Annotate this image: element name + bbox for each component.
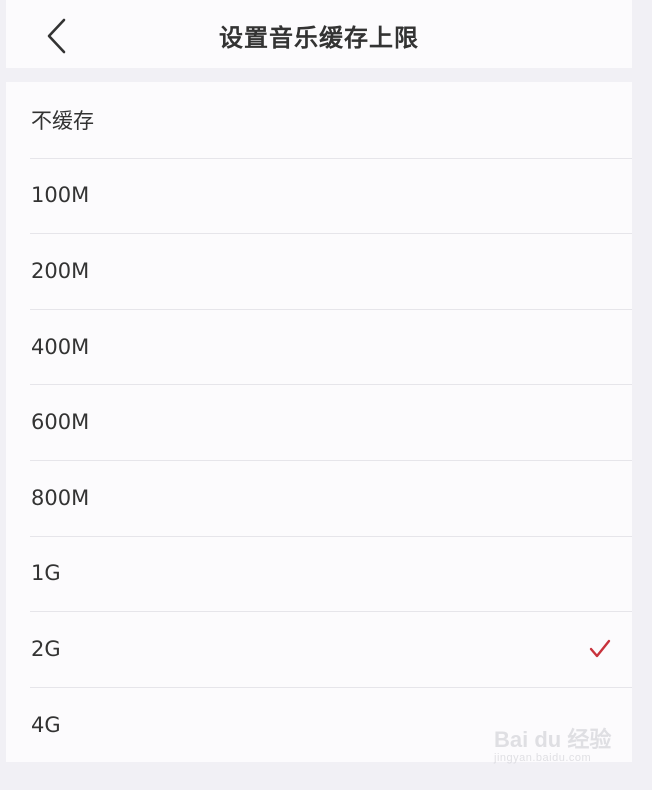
page-title: 设置音乐缓存上限	[219, 24, 419, 52]
list-item[interactable]: 2G	[6, 611, 632, 687]
nav-bar: 设置音乐缓存上限	[6, 0, 632, 68]
option-label: 不缓存	[31, 108, 94, 133]
option-label: 2G	[31, 636, 61, 661]
list-item[interactable]: 800M	[6, 459, 632, 536]
option-label: 200M	[31, 258, 90, 283]
list-item[interactable]: 100M	[6, 157, 632, 234]
option-label: 1G	[31, 561, 61, 586]
option-label: 400M	[31, 334, 90, 359]
option-label: 600M	[31, 410, 90, 435]
list-item[interactable]: 4G	[6, 686, 632, 763]
list-item[interactable]: 400M	[6, 308, 632, 385]
list-item[interactable]: 600M	[6, 384, 632, 460]
option-label: 4G	[31, 712, 61, 737]
checkmark-icon	[588, 637, 612, 661]
list-item[interactable]: 200M	[6, 233, 632, 309]
list-item[interactable]: 1G	[6, 535, 632, 612]
list-item[interactable]: 不缓存	[6, 82, 632, 158]
cache-limit-list: 不缓存 100M 200M 400M 600M 800M 1G 2G 4G	[6, 82, 632, 763]
option-label: 100M	[31, 183, 90, 208]
option-label: 800M	[31, 485, 90, 510]
